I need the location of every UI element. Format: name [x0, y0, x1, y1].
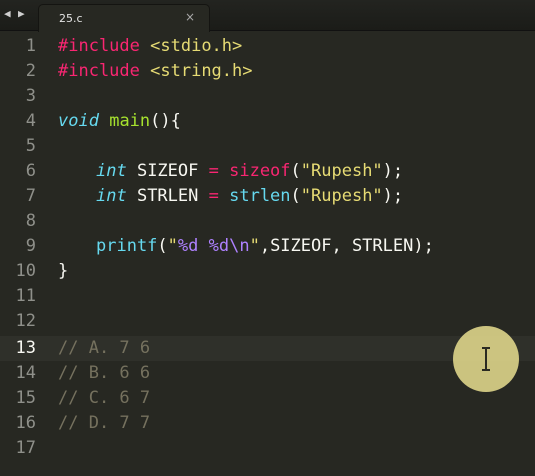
- line-number: 5: [25, 136, 36, 156]
- line-number: 4: [25, 111, 36, 131]
- operator: =: [208, 186, 219, 206]
- operator: =: [208, 161, 219, 181]
- punctuation: (: [157, 236, 168, 256]
- line-number: 1: [25, 36, 36, 56]
- code-line-2: #include <string.h>: [58, 59, 253, 84]
- line-number: 16: [15, 413, 36, 433]
- line-number: 14: [15, 363, 36, 383]
- header-name: <string.h>: [150, 61, 253, 81]
- string-quote: ": [249, 236, 260, 256]
- tab-bar: ◀ ▶ 25.c ×: [0, 0, 535, 32]
- line-number: 8: [25, 211, 36, 231]
- include-directive: #include: [58, 36, 140, 56]
- line-number: 12: [15, 311, 36, 331]
- include-directive: #include: [58, 61, 140, 81]
- line-number: 9: [25, 236, 36, 256]
- punctuation: );: [382, 161, 404, 181]
- type-keyword: void: [58, 111, 99, 131]
- code-line-13: // A. 7 6: [58, 338, 151, 358]
- line-number-gutter: 1 2 3 4 5 6 7 8 9 10 11 12 13 14 15 16 1…: [0, 31, 50, 476]
- punctuation: (: [290, 161, 301, 181]
- line-number: 3: [25, 86, 36, 106]
- line-number: 7: [25, 186, 36, 206]
- punctuation: (: [290, 186, 301, 206]
- call-name: strlen: [229, 186, 291, 206]
- string-literal: "Rupesh": [300, 186, 383, 206]
- line-number: 10: [15, 261, 36, 281]
- type-keyword: int: [96, 161, 127, 181]
- variable-name: SIZEOF: [126, 161, 209, 181]
- function-name: main: [109, 111, 151, 131]
- code-line-4: void main(){: [58, 109, 181, 134]
- variable-name: STRLEN: [126, 186, 209, 206]
- code-area[interactable]: #include <stdio.h> #include <string.h> v…: [58, 31, 535, 476]
- string-quote: ": [167, 236, 178, 256]
- line-number: 15: [15, 388, 36, 408]
- line-number: 11: [15, 286, 36, 306]
- format-specifier: %d %d\n: [177, 236, 250, 256]
- call-name: sizeof: [229, 161, 291, 181]
- punctuation: (){: [150, 111, 181, 131]
- mouse-cursor-highlight: [453, 326, 519, 392]
- back-arrow-icon[interactable]: ◀: [4, 7, 11, 20]
- tab-title: 25.c: [59, 12, 83, 25]
- code-line-1: #include <stdio.h>: [58, 34, 242, 59]
- code-line-6: int SIZEOF = sizeof("Rupesh");: [96, 159, 403, 184]
- file-tab[interactable]: 25.c ×: [38, 4, 210, 32]
- line-number: 6: [25, 161, 36, 181]
- code-editor[interactable]: 1 2 3 4 5 6 7 8 9 10 11 12 13 14 15 16 1…: [0, 31, 535, 476]
- text-cursor-icon: [482, 347, 490, 371]
- close-icon[interactable]: ×: [185, 10, 195, 24]
- line-number-active: 13: [15, 338, 36, 358]
- header-name: <stdio.h>: [150, 36, 243, 56]
- punctuation: );: [382, 186, 404, 206]
- line-number: 17: [15, 438, 36, 458]
- code-line-10: }: [58, 261, 69, 281]
- string-literal: "Rupesh": [300, 161, 383, 181]
- code-line-9: printf("%d %d\n",SIZEOF, STRLEN);: [96, 234, 434, 259]
- type-keyword: int: [96, 186, 127, 206]
- code-line-16: // D. 7 7: [58, 413, 151, 433]
- code-line-14: // B. 6 6: [58, 363, 151, 383]
- code-line-7: int STRLEN = strlen("Rupesh");: [96, 184, 403, 209]
- forward-arrow-icon[interactable]: ▶: [18, 7, 25, 20]
- line-number: 2: [25, 61, 36, 81]
- arguments: ,SIZEOF, STRLEN);: [259, 236, 434, 256]
- code-line-15: // C. 6 7: [58, 388, 151, 408]
- call-name: printf: [96, 236, 158, 256]
